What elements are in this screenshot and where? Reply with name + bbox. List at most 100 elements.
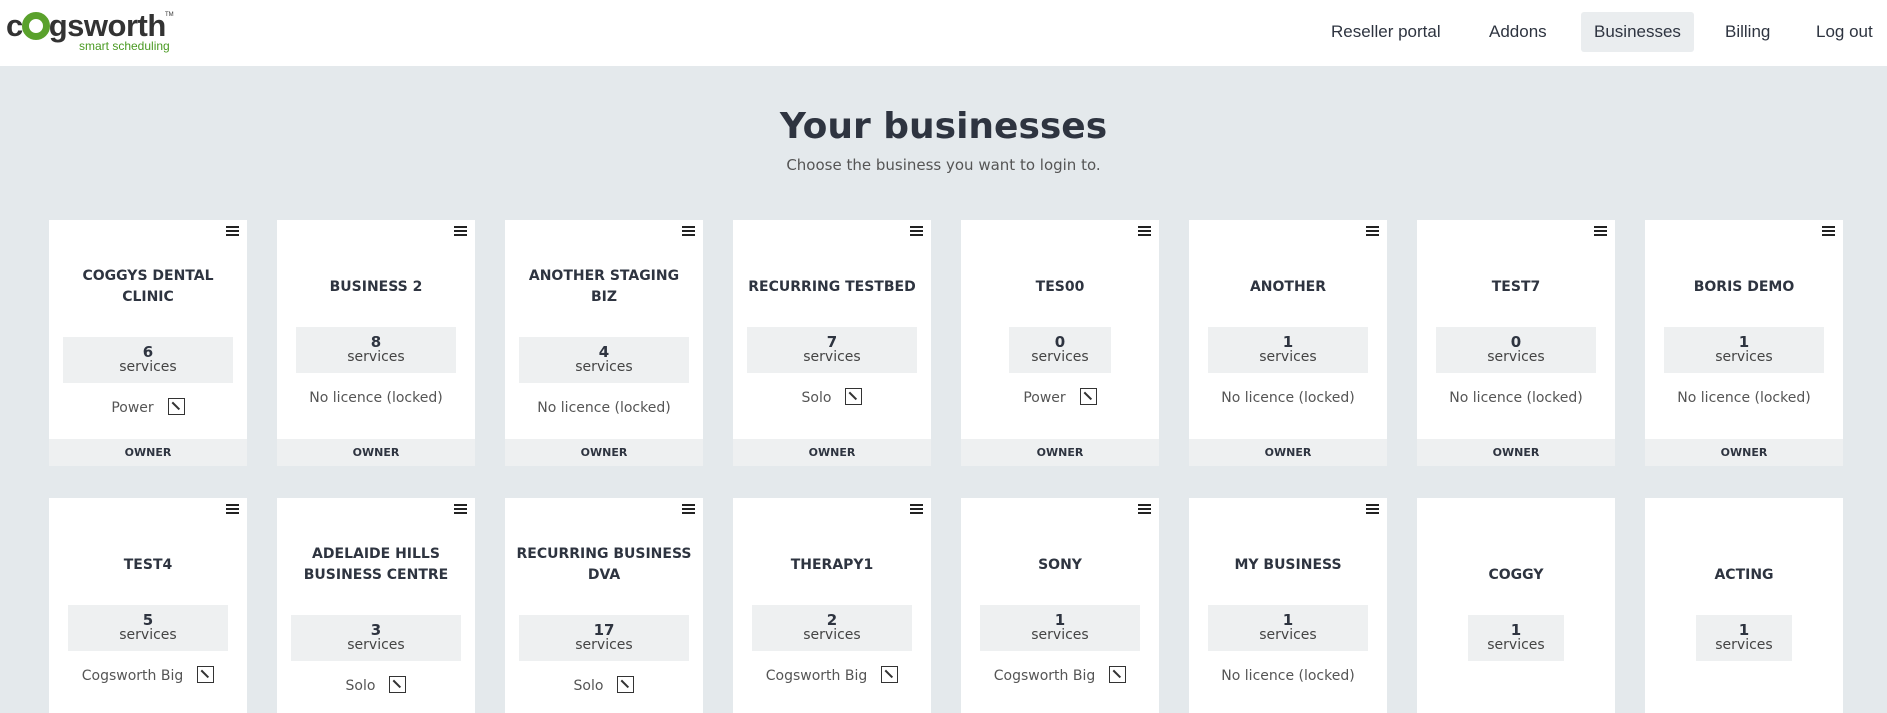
business-card[interactable]: ACTING 1 services <box>1645 498 1843 713</box>
business-card[interactable]: RECURRING TESTBED 7 services Solo OWNER <box>733 220 931 466</box>
business-name: ANOTHER <box>1249 279 1327 295</box>
services-number: 1 <box>1738 621 1750 639</box>
gear-icon <box>21 12 50 40</box>
business-card[interactable]: ANOTHER 1 services No licence (locked) O… <box>1189 220 1387 466</box>
services-count: 1 services <box>980 605 1140 651</box>
services-count: 1 services <box>1696 615 1792 661</box>
external-link-icon[interactable] <box>197 665 215 683</box>
business-card[interactable]: THERAPY1 2 services Cogsworth Big <box>733 498 931 713</box>
business-card[interactable]: COGGYS DENTAL CLINIC 6 services Power OW… <box>49 220 247 466</box>
external-link-icon[interactable] <box>389 675 407 693</box>
external-link-icon[interactable] <box>881 665 899 683</box>
external-link-icon[interactable] <box>617 675 635 693</box>
services-label: services <box>1715 637 1773 653</box>
hamburger-menu-icon[interactable] <box>226 504 239 516</box>
services-number: 4 <box>598 343 610 361</box>
nav-businesses[interactable]: Businesses <box>1581 12 1694 52</box>
licence-status: No licence (locked) <box>1221 668 1355 684</box>
services-label: services <box>119 359 177 375</box>
hamburger-menu-icon[interactable] <box>1138 226 1151 238</box>
hamburger-menu-icon[interactable] <box>226 226 239 238</box>
business-name: TES00 <box>1035 279 1085 295</box>
services-number: 1 <box>1282 611 1294 629</box>
services-label: services <box>1487 349 1545 365</box>
services-number: 7 <box>826 333 838 351</box>
services-count: 8 services <box>296 327 456 373</box>
services-label: services <box>575 359 633 375</box>
services-label: services <box>1487 637 1545 653</box>
services-label: services <box>347 349 405 365</box>
services-label: services <box>1031 627 1089 643</box>
business-name: ADELAIDE HILLS BUSINESS CENTRE <box>303 546 449 583</box>
services-count: 2 services <box>752 605 912 651</box>
hamburger-menu-icon[interactable] <box>682 504 695 516</box>
services-count: 1 services <box>1664 327 1824 373</box>
hamburger-menu-icon[interactable] <box>1366 226 1379 238</box>
hamburger-menu-icon[interactable] <box>1594 226 1607 238</box>
licence-status: Solo <box>733 387 931 408</box>
business-name: COGGY <box>1488 567 1544 583</box>
business-name: RECURRING BUSINESS DVA <box>516 546 692 583</box>
services-label: services <box>1259 627 1317 643</box>
hamburger-menu-icon[interactable] <box>1366 504 1379 516</box>
external-link-icon[interactable] <box>1109 665 1127 683</box>
trademark-mark: TM <box>165 12 174 18</box>
services-number: 0 <box>1510 333 1522 351</box>
business-name: COGGYS DENTAL CLINIC <box>82 268 214 305</box>
business-name: TEST7 <box>1491 279 1541 295</box>
hamburger-menu-icon[interactable] <box>1822 226 1835 238</box>
services-number: 5 <box>142 611 154 629</box>
role-label: OWNER <box>49 439 247 466</box>
business-card[interactable]: COGGY 1 services <box>1417 498 1615 713</box>
nav-logout[interactable]: Log out <box>1803 12 1886 52</box>
business-card[interactable]: RECURRING BUSINESS DVA 17 services Solo <box>505 498 703 713</box>
hamburger-menu-icon[interactable] <box>910 504 923 516</box>
services-count: 0 services <box>1009 327 1111 373</box>
services-number: 17 <box>593 621 615 639</box>
role-label: OWNER <box>961 439 1159 466</box>
licence-status: No licence (locked) <box>1221 390 1355 406</box>
business-name: ANOTHER STAGING BIZ <box>528 268 680 305</box>
licence-status: Solo <box>505 675 703 696</box>
services-count: 0 services <box>1436 327 1596 373</box>
hamburger-menu-icon[interactable] <box>1138 504 1151 516</box>
services-label: services <box>803 627 861 643</box>
services-label: services <box>803 349 861 365</box>
business-card[interactable]: ADELAIDE HILLS BUSINESS CENTRE 3 service… <box>277 498 475 713</box>
top-navbar: c gsworth TM smart scheduling Reseller po… <box>0 0 1887 66</box>
business-card[interactable]: TEST7 0 services No licence (locked) OWN… <box>1417 220 1615 466</box>
hamburger-menu-icon[interactable] <box>910 226 923 238</box>
cogsworth-logo[interactable]: c gsworth TM smart scheduling <box>6 8 176 56</box>
services-count: 17 services <box>519 615 689 661</box>
hamburger-menu-icon[interactable] <box>682 226 695 238</box>
business-card[interactable]: TEST4 5 services Cogsworth Big <box>49 498 247 713</box>
services-label: services <box>1715 349 1773 365</box>
business-name: ACTING <box>1714 567 1774 583</box>
nav-addons[interactable]: Addons <box>1476 12 1560 52</box>
external-link-icon[interactable] <box>167 397 185 415</box>
business-card[interactable]: MY BUSINESS 1 services No licence (locke… <box>1189 498 1387 713</box>
licence-status: Cogsworth Big <box>49 665 247 686</box>
nav-reseller-portal[interactable]: Reseller portal <box>1318 12 1454 52</box>
business-card[interactable]: ANOTHER STAGING BIZ 4 services No licenc… <box>505 220 703 466</box>
licence-status: No licence (locked) <box>1449 390 1583 406</box>
services-count: 4 services <box>519 337 689 383</box>
business-name: BUSINESS 2 <box>329 279 423 295</box>
role-label: OWNER <box>1189 439 1387 466</box>
hamburger-menu-icon[interactable] <box>454 504 467 516</box>
business-card[interactable]: BUSINESS 2 8 services No licence (locked… <box>277 220 475 466</box>
business-name: THERAPY1 <box>790 557 874 573</box>
business-card[interactable]: BORIS DEMO 1 services No licence (locked… <box>1645 220 1843 466</box>
hamburger-menu-icon[interactable] <box>454 226 467 238</box>
external-link-icon[interactable] <box>845 387 863 405</box>
services-count: 7 services <box>747 327 917 373</box>
business-card[interactable]: TES00 0 services Power OWNER <box>961 220 1159 466</box>
services-label: services <box>347 637 405 653</box>
licence-status: No licence (locked) <box>537 400 671 416</box>
nav-billing[interactable]: Billing <box>1712 12 1783 52</box>
business-name: MY BUSINESS <box>1234 557 1342 573</box>
external-link-icon[interactable] <box>1079 387 1097 405</box>
role-label: OWNER <box>277 439 475 466</box>
business-card[interactable]: SONY 1 services Cogsworth Big <box>961 498 1159 713</box>
services-number: 1 <box>1510 621 1522 639</box>
